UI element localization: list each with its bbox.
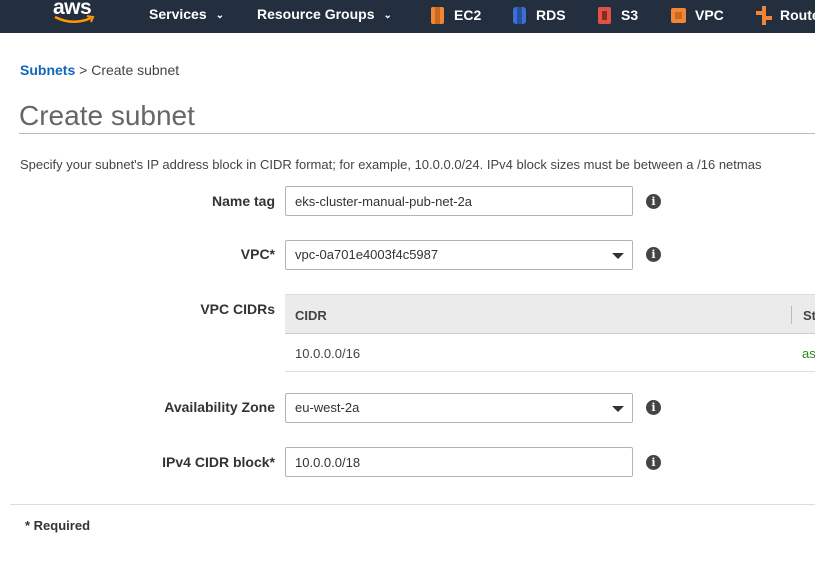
dropdown-caret-icon bbox=[612, 406, 624, 412]
route53-icon bbox=[755, 5, 772, 26]
breadcrumb-separator: > bbox=[79, 62, 88, 78]
top-navigation-bar: aws Services ⌄ Resource Groups ⌄ EC2 RDS S… bbox=[0, 0, 815, 33]
name-tag-label: Name tag bbox=[211, 193, 275, 209]
nav-rds-label: RDS bbox=[536, 7, 566, 23]
column-header-status[interactable]: St bbox=[803, 308, 815, 323]
table-cell-status: as bbox=[802, 346, 815, 361]
form-divider bbox=[10, 504, 815, 505]
vpc-label: VPC* bbox=[240, 246, 275, 262]
ipv4-cidr-info-icon[interactable]: i bbox=[646, 455, 661, 470]
s3-icon bbox=[596, 5, 613, 26]
services-menu[interactable]: Services ⌄ bbox=[149, 6, 224, 26]
nav-ec2[interactable]: EC2 bbox=[429, 4, 481, 26]
vpc-select-value: vpc-0a701e4003f4c5987 bbox=[295, 247, 439, 262]
availability-zone-info-icon[interactable]: i bbox=[646, 400, 661, 415]
chevron-down-icon: ⌄ bbox=[383, 10, 392, 21]
vpc-info-icon[interactable]: i bbox=[646, 247, 661, 262]
breadcrumb: Subnets > Create subnet bbox=[20, 62, 179, 78]
table-header: CIDR St bbox=[285, 294, 815, 334]
nav-s3-label: S3 bbox=[621, 7, 639, 23]
ipv4-cidr-label: IPv4 CIDR block* bbox=[162, 454, 275, 470]
vpc-select[interactable]: vpc-0a701e4003f4c5987 bbox=[285, 240, 633, 270]
rds-icon bbox=[511, 5, 528, 26]
services-label: Services bbox=[149, 6, 207, 22]
name-tag-info-icon[interactable]: i bbox=[646, 194, 661, 209]
ec2-icon bbox=[429, 5, 446, 26]
nav-rds[interactable]: RDS bbox=[511, 4, 566, 26]
aws-logo[interactable]: aws bbox=[53, 0, 97, 28]
nav-route53[interactable]: Route bbox=[755, 4, 815, 26]
column-header-cidr[interactable]: CIDR bbox=[295, 308, 327, 323]
title-divider bbox=[19, 133, 815, 134]
name-tag-input[interactable] bbox=[285, 186, 633, 216]
resource-groups-label: Resource Groups bbox=[257, 6, 375, 22]
availability-zone-select[interactable]: eu-west-2a bbox=[285, 393, 633, 423]
breadcrumb-subnets-link[interactable]: Subnets bbox=[20, 62, 75, 78]
nav-ec2-label: EC2 bbox=[454, 7, 482, 23]
nav-s3[interactable]: S3 bbox=[596, 4, 638, 26]
availability-zone-label: Availability Zone bbox=[164, 399, 275, 415]
page-description: Specify your subnet's IP address block i… bbox=[20, 157, 762, 172]
vpc-icon bbox=[670, 5, 687, 26]
column-divider bbox=[791, 306, 792, 324]
resource-groups-menu[interactable]: Resource Groups ⌄ bbox=[257, 6, 392, 26]
dropdown-caret-icon bbox=[612, 253, 624, 259]
nav-vpc[interactable]: VPC bbox=[670, 4, 724, 26]
required-note: * Required bbox=[25, 518, 91, 533]
vpc-cidrs-label: VPC CIDRs bbox=[200, 301, 275, 317]
vpc-cidrs-table: CIDR St 10.0.0.0/16 as bbox=[285, 294, 815, 372]
availability-zone-value: eu-west-2a bbox=[295, 400, 360, 415]
ipv4-cidr-input[interactable] bbox=[285, 447, 633, 477]
table-row: 10.0.0.0/16 as bbox=[285, 334, 815, 372]
nav-vpc-label: VPC bbox=[695, 7, 724, 23]
nav-route53-label: Route bbox=[780, 7, 815, 23]
breadcrumb-current: Create subnet bbox=[91, 62, 180, 78]
page-title: Create subnet bbox=[19, 100, 195, 131]
chevron-down-icon: ⌄ bbox=[215, 10, 224, 21]
table-cell-cidr: 10.0.0.0/16 bbox=[295, 346, 361, 361]
